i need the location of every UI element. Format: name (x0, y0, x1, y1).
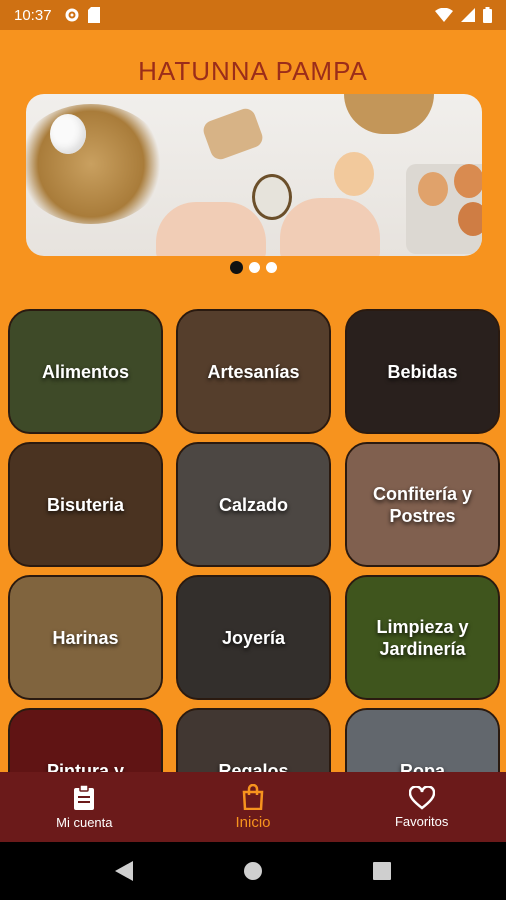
carousel-dot-2[interactable] (248, 262, 260, 273)
category-tile[interactable]: Regalos (176, 708, 331, 772)
shopping-bag-icon (242, 783, 264, 810)
sd-card-icon (87, 7, 100, 23)
category-tile[interactable]: Limpieza y Jardinería (345, 575, 500, 700)
nav-label: Favoritos (394, 813, 449, 829)
category-label: Alimentos (41, 361, 129, 382)
category-label: Calzado (218, 494, 288, 515)
category-label: Harinas (52, 627, 119, 648)
category-tile[interactable]: Pintura y (8, 708, 163, 772)
category-label: Pintura y (46, 760, 125, 773)
app-title: HATUNNA PAMPA (138, 56, 368, 86)
nav-favoritos[interactable]: Favoritos (337, 772, 506, 842)
category-label: Regalos (218, 760, 289, 773)
category-tile[interactable]: Joyería (176, 575, 331, 700)
nav-label: Inicio (235, 813, 271, 831)
carousel-dot-1[interactable] (229, 261, 243, 274)
clipboard-icon (74, 784, 95, 810)
nav-inicio[interactable]: Inicio (169, 772, 338, 842)
category-label: Artesanías (207, 361, 300, 382)
banner-carousel[interactable] (26, 94, 482, 256)
category-tile[interactable]: Artesanías (176, 309, 331, 434)
category-label: Ropa (400, 760, 445, 773)
settings-icon (65, 8, 79, 22)
carousel-dot-3[interactable] (265, 262, 277, 273)
category-tile[interactable]: Harinas (8, 575, 163, 700)
nav-label: Mi cuenta (56, 814, 113, 830)
wifi-icon (435, 8, 453, 22)
banner-image (26, 104, 166, 224)
recents-icon[interactable] (373, 862, 391, 880)
status-bar: 10:37 (0, 0, 506, 30)
category-label: Joyería (221, 627, 286, 648)
battery-icon (483, 7, 492, 23)
bottom-navigation: Mi cuenta Inicio Favoritos (0, 772, 506, 842)
heart-icon (408, 785, 435, 810)
nav-mi-cuenta[interactable]: Mi cuenta (0, 772, 169, 842)
signal-icon (461, 8, 475, 22)
home-icon[interactable] (243, 861, 263, 881)
category-tile[interactable]: Alimentos (8, 309, 163, 434)
category-label: Confitería y Postres (372, 483, 473, 526)
category-label: Bebidas (387, 361, 458, 382)
category-tile[interactable]: Bisuteria (8, 442, 163, 567)
category-label: Limpieza y Jardinería (376, 616, 469, 659)
system-nav-bar (0, 842, 506, 900)
carousel-indicator (0, 261, 506, 274)
category-label: Bisuteria (46, 494, 125, 515)
category-tile[interactable]: Confitería y Postres (345, 442, 500, 567)
category-tile[interactable]: Ropa (345, 708, 500, 772)
category-tile[interactable]: Bebidas (345, 309, 500, 434)
category-grid: Alimentos Artesanías Bebidas Bisuteria C… (8, 309, 500, 772)
back-icon[interactable] (115, 861, 133, 881)
status-time: 10:37 (14, 6, 52, 24)
category-tile[interactable]: Calzado (176, 442, 331, 567)
